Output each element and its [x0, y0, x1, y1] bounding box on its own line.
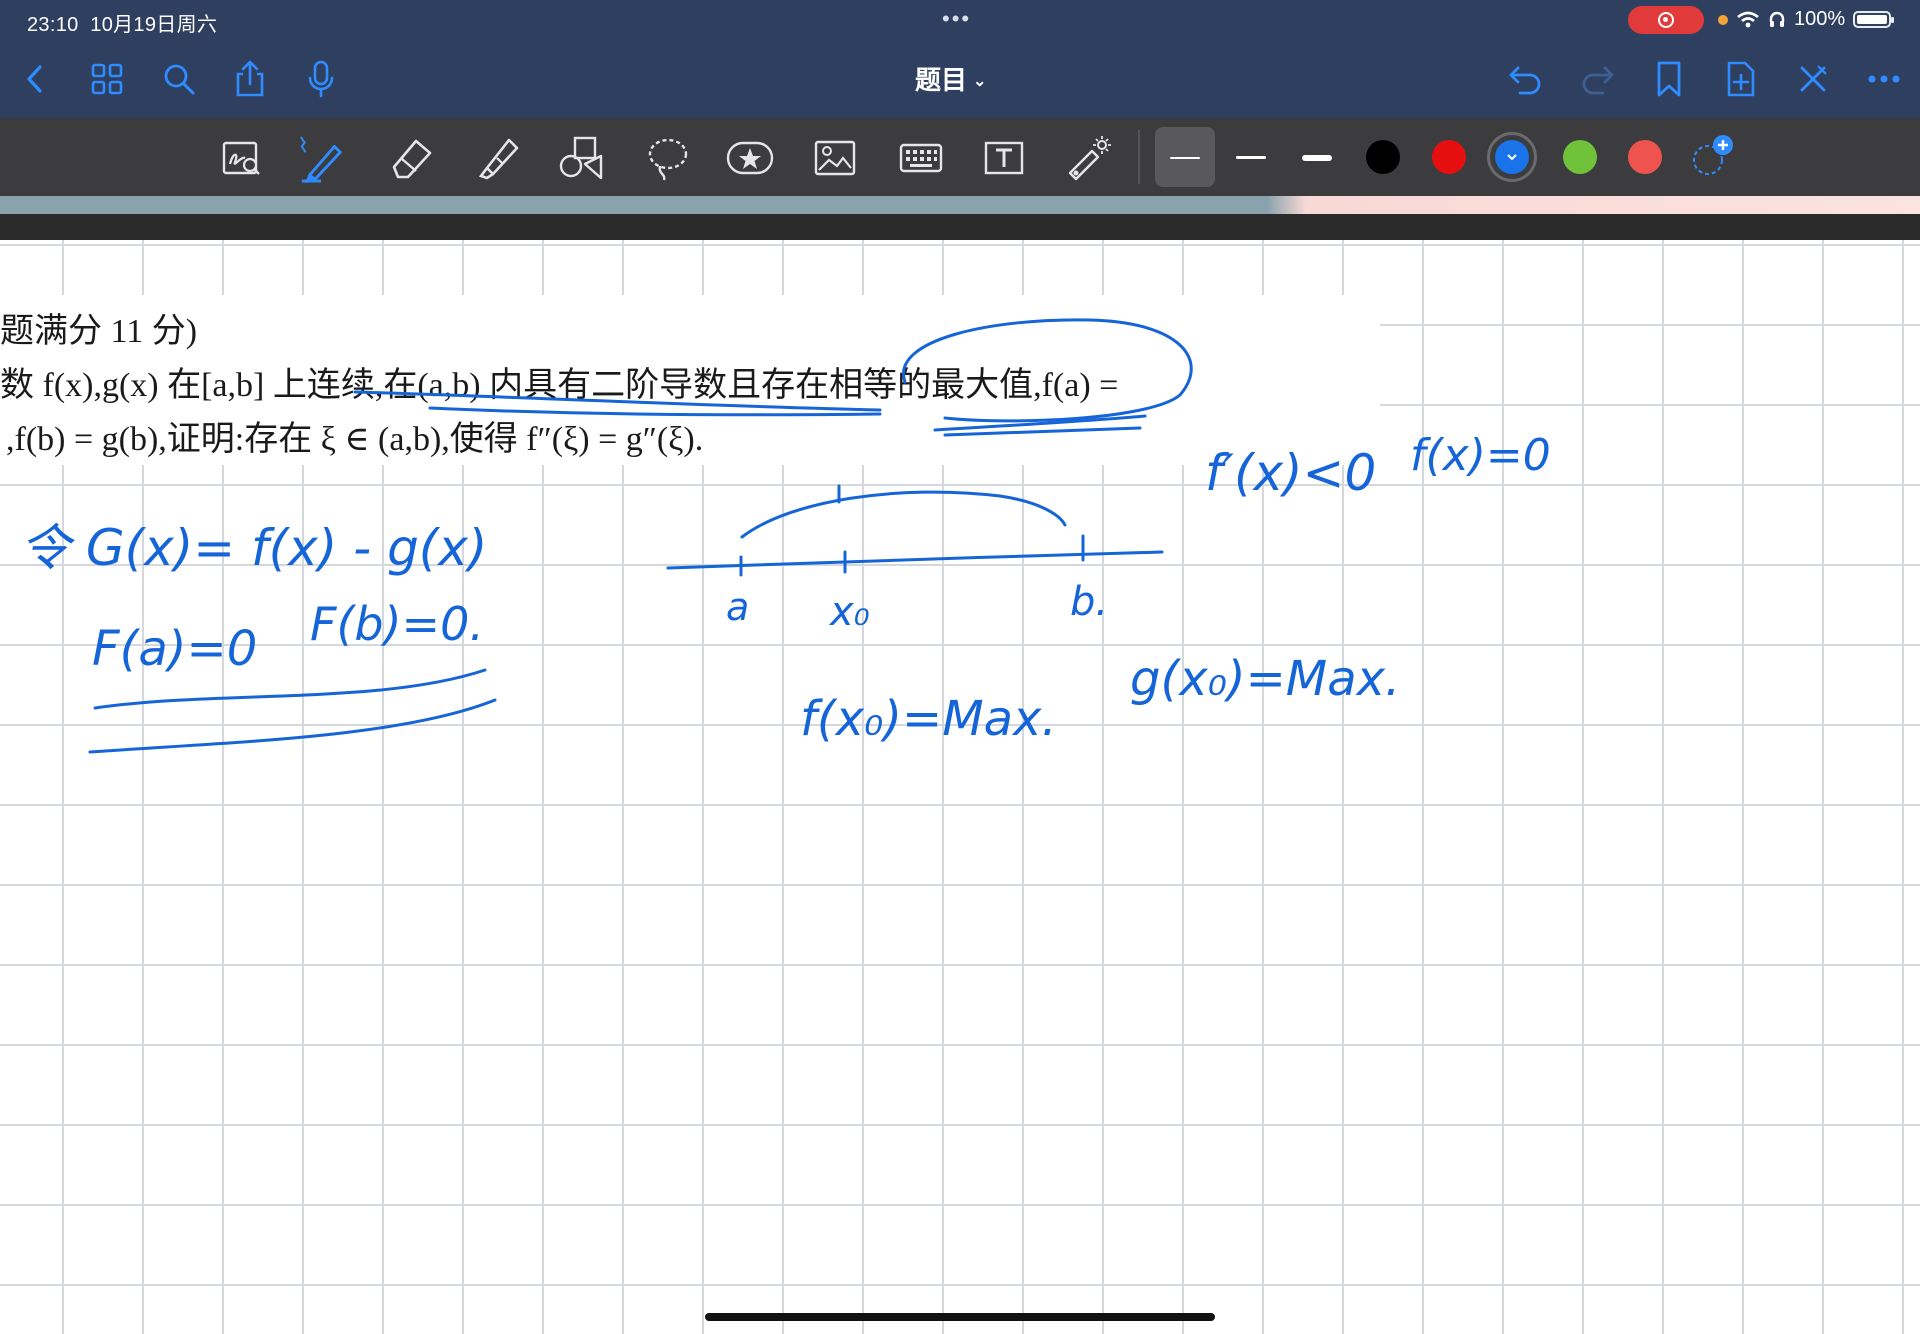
home-indicator[interactable]	[705, 1313, 1215, 1321]
ink-text-axis-x0: x₀	[828, 589, 870, 635]
ink-text-axis-b: b.	[1070, 579, 1108, 625]
ink-text-f-prime: f′(x)<0	[1205, 444, 1376, 502]
ink-text-gx0-max: g(x₀)=Max.	[1130, 651, 1400, 707]
double-underline-2	[88, 698, 497, 754]
handwriting-layer: 令 G(x)= f(x) - g(x) F(a)=0 F(b)=0. a x₀ …	[20, 318, 1551, 754]
ink-text-let-G: 令 G(x)= f(x) - g(x)	[20, 519, 487, 577]
ink-text-Fa: F(a)=0	[92, 621, 257, 677]
curve-above-axis	[740, 490, 1067, 539]
ink-text-axis-a: a	[726, 585, 749, 629]
ellipse-equal-maximum	[902, 318, 1193, 423]
ink-text-fx0-max: f(x₀)=Max.	[800, 691, 1057, 747]
ink-text-Fb: F(b)=0.	[310, 597, 484, 651]
ink-text-f-zero: f(x)=0	[1410, 430, 1551, 481]
